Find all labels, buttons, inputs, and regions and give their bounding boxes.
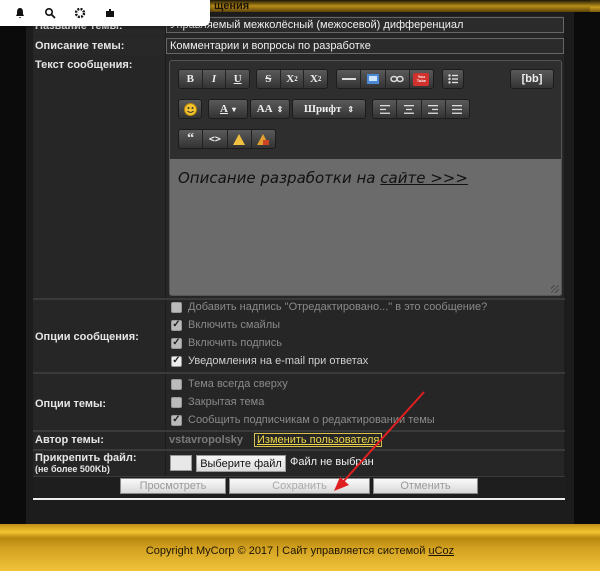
- font-color-button[interactable]: A ▾: [208, 99, 248, 119]
- left-margin: [0, 12, 26, 524]
- site-link[interactable]: сайте >>>: [380, 169, 468, 187]
- format-group: B I U: [178, 69, 250, 89]
- subscript-button[interactable]: X2: [304, 70, 327, 88]
- divider: [33, 449, 565, 451]
- topic-options-label: Опции темы:: [35, 398, 107, 410]
- form-bottom-line: [33, 498, 565, 500]
- bold-button[interactable]: B: [179, 70, 203, 88]
- chevron-down-icon: ⇕: [276, 104, 284, 114]
- message-textarea[interactable]: Описание разработки на сайте >>>: [170, 159, 561, 295]
- align-left-button[interactable]: [373, 100, 398, 118]
- option-closed[interactable]: Закрытая тема: [171, 394, 264, 410]
- horizontal-rule-button[interactable]: [337, 70, 362, 88]
- option-pinned[interactable]: Тема всегда сверху: [171, 376, 288, 392]
- puzzle-icon[interactable]: [104, 7, 116, 19]
- font-size-select[interactable]: AA ⇕: [250, 99, 290, 119]
- spoiler-icon[interactable]: [228, 130, 252, 148]
- save-button[interactable]: Сохранить: [229, 478, 370, 494]
- checkbox[interactable]: [171, 396, 182, 408]
- form-header: щения: [210, 0, 590, 12]
- label-column: [33, 16, 165, 492]
- strikethrough-button[interactable]: S: [257, 70, 281, 88]
- option-email-notify[interactable]: Уведомления на e-mail при ответах: [171, 353, 368, 369]
- attach-label: Прикрепить файл:: [35, 452, 137, 464]
- option-signature[interactable]: Включить подпись: [171, 335, 282, 351]
- footer: Copyright MyCorp © 2017 | Сайт управляет…: [0, 524, 600, 571]
- option-edit-note[interactable]: Добавить надпись "Отредактировано..." в …: [171, 299, 487, 315]
- chevron-updown-icon: ⇕: [347, 104, 355, 114]
- checkbox[interactable]: [171, 355, 182, 367]
- link-icon[interactable]: [386, 70, 410, 88]
- search-icon[interactable]: [44, 7, 56, 19]
- resize-handle[interactable]: [551, 285, 559, 293]
- divider: [33, 430, 565, 432]
- author-label: Автор темы:: [35, 434, 104, 446]
- youtube-icon[interactable]: You Tube: [410, 70, 433, 88]
- italic-button[interactable]: I: [203, 70, 227, 88]
- align-group: [372, 99, 470, 119]
- message-text: Описание разработки на: [178, 169, 381, 187]
- align-justify-button[interactable]: [446, 100, 469, 118]
- checkbox[interactable]: [171, 378, 182, 390]
- bell-icon[interactable]: [14, 7, 26, 19]
- right-margin: [574, 12, 600, 524]
- preview-button[interactable]: Просмотреть: [120, 478, 226, 494]
- superscript-button[interactable]: X2: [281, 70, 305, 88]
- smiley-button[interactable]: [178, 99, 202, 119]
- file-input-box[interactable]: [170, 455, 192, 471]
- topic-title-input[interactable]: Управляемый межколёсный (межосевой) дифф…: [166, 17, 564, 33]
- list-icon: [448, 74, 458, 84]
- underline-button[interactable]: U: [226, 70, 249, 88]
- cancel-button[interactable]: Отменить: [373, 478, 478, 494]
- divider: [33, 372, 565, 374]
- message-editor: B I U S X2 X2 You Tube [bb] A ▾ AA ⇕ Шрифт…: [169, 60, 562, 296]
- change-user-link[interactable]: Изменить пользователя: [254, 433, 383, 447]
- image-icon[interactable]: [361, 70, 386, 88]
- message-options-label: Опции сообщения:: [35, 331, 139, 343]
- copyright-text: Copyright MyCorp © 2017 | Сайт управляет…: [145, 544, 429, 557]
- clear-format-icon[interactable]: [252, 130, 275, 148]
- insert-group: You Tube: [336, 69, 434, 89]
- list-button[interactable]: [442, 69, 464, 89]
- topic-desc-input[interactable]: Комментарии и вопросы по разработке: [166, 38, 564, 54]
- choose-file-button[interactable]: Выберите файл: [196, 455, 286, 472]
- message-label: Текст сообщения:: [35, 59, 133, 71]
- form-header-title: щения: [214, 0, 250, 12]
- checkbox[interactable]: [171, 301, 182, 313]
- attach-limit: (не более 500Kb): [35, 464, 110, 474]
- topic-desc-label: Описание темы:: [33, 38, 165, 55]
- quote-button[interactable]: “: [179, 130, 204, 148]
- smiley-icon: [183, 102, 197, 116]
- floating-toolbar: [0, 0, 210, 26]
- option-notify-subscribers[interactable]: Сообщить подписчикам о редактировании те…: [171, 412, 435, 428]
- bbcode-button[interactable]: [bb]: [510, 69, 554, 89]
- footer-text: Copyright MyCorp © 2017 | Сайт управляет…: [146, 545, 454, 557]
- checkbox[interactable]: [171, 337, 182, 349]
- author-name: vstavropolsky: [169, 434, 243, 446]
- code-button[interactable]: <>: [203, 130, 228, 148]
- script-group: S X2 X2: [256, 69, 328, 89]
- align-center-button[interactable]: [397, 100, 422, 118]
- misc-group: “ <>: [178, 129, 276, 149]
- option-smileys[interactable]: Включить смайлы: [171, 317, 280, 333]
- message-content: Описание разработки на сайте >>>: [178, 169, 468, 187]
- settings-icon[interactable]: [74, 7, 86, 19]
- font-family-select[interactable]: Шрифт ⇕: [292, 99, 366, 119]
- checkbox[interactable]: [171, 319, 182, 331]
- ucoz-link[interactable]: uCoz: [428, 545, 454, 557]
- align-right-button[interactable]: [422, 100, 446, 118]
- checkbox[interactable]: [171, 414, 182, 426]
- file-status: Файл не выбран: [290, 456, 374, 468]
